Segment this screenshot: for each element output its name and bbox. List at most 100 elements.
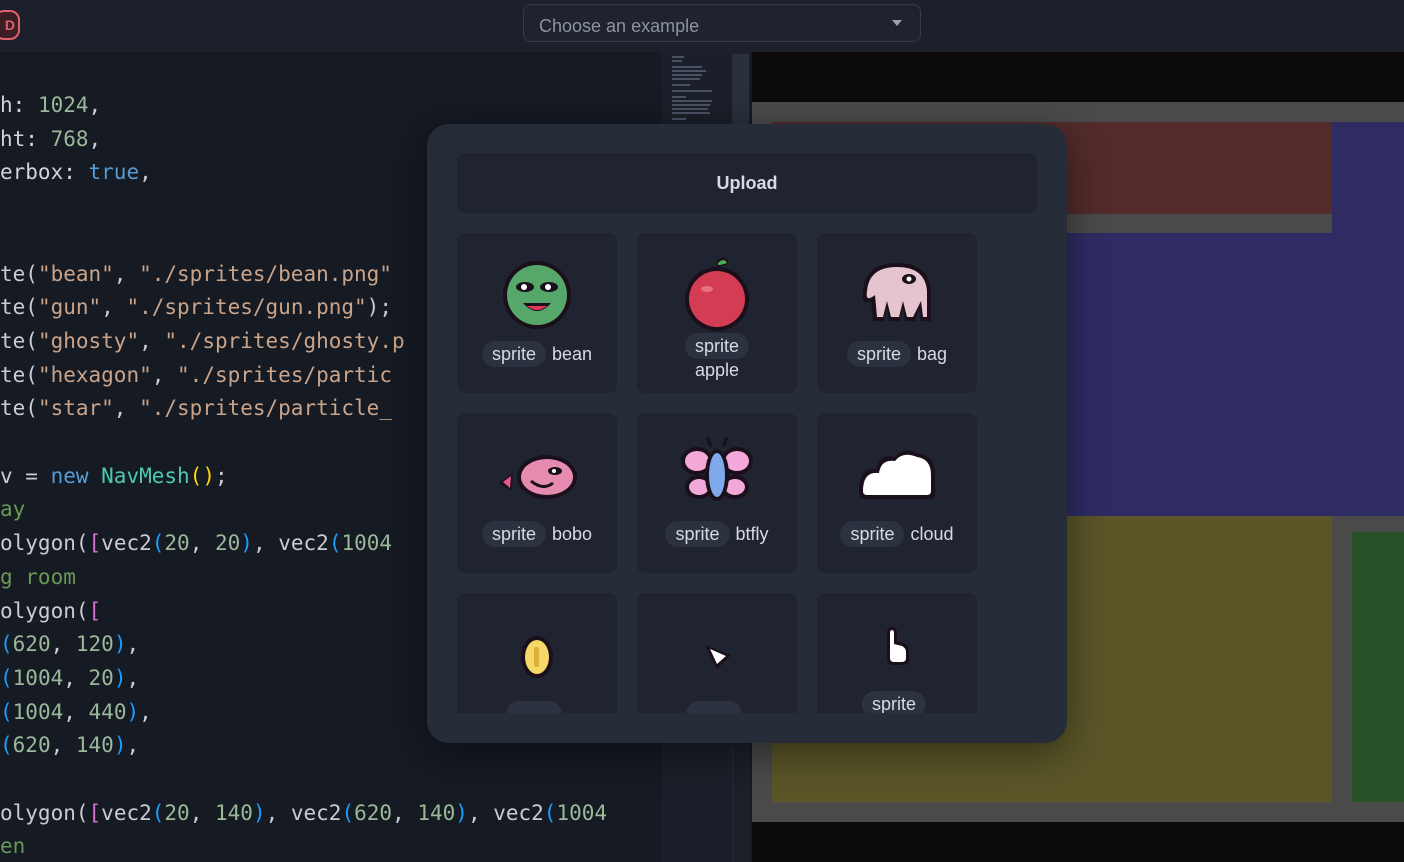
code-line: (620, 120), [0, 632, 139, 656]
cloud-icon [859, 450, 935, 499]
code-token: 140 [75, 733, 114, 758]
code-token: , [50, 733, 76, 758]
code-token: ) [113, 733, 127, 758]
asset-name: apple [694, 360, 740, 380]
code-token: olygon( [0, 531, 89, 556]
code-token: [ [88, 598, 102, 623]
code-line: te("ghosty", "./sprites/ghosty.p [0, 329, 405, 353]
code-line: olygon([vec2(20, 20), vec2(1004 [0, 531, 392, 555]
code-token: te( [0, 396, 38, 421]
code-token: , [392, 800, 418, 825]
app-logo[interactable]: D [0, 10, 20, 40]
asset-name: bag [916, 344, 948, 364]
asset-kind: sprite [840, 521, 905, 547]
code-line: erbox: true, [0, 160, 152, 184]
code-token: ( [0, 733, 13, 758]
code-token: 1004 [341, 531, 393, 556]
code-token: ) [455, 800, 468, 825]
code-token: ( [151, 531, 165, 556]
asset-card-cursor[interactable]: sprite [817, 593, 977, 713]
code-token: NavMesh [101, 463, 190, 488]
code-token: , [88, 93, 102, 117]
code-token: h: [0, 93, 38, 117]
code-token: "./sprites/bean.png" [139, 261, 392, 286]
asset-card-bag[interactable]: sprite bag [817, 233, 977, 393]
code-token: ( [0, 699, 13, 724]
code-token: 620 [12, 733, 51, 758]
scrollbar-thumb[interactable] [733, 54, 749, 124]
code-token: , vec2 [252, 531, 329, 556]
code-token: 440 [88, 699, 127, 724]
code-token: , [63, 665, 89, 690]
code-token: 1024 [37, 93, 89, 117]
code-line: te("star", "./sprites/particle_ [0, 396, 392, 420]
code-token: 768 [50, 126, 89, 151]
asset-card-cloud[interactable]: sprite cloud [817, 413, 977, 573]
code-token: ) [113, 632, 127, 657]
code-line: te("bean", "./sprites/bean.png" [0, 262, 392, 286]
bobo-icon [499, 455, 577, 499]
code-token: , [151, 362, 178, 387]
code-token: , [139, 699, 152, 724]
code-token: "ghosty" [37, 328, 140, 353]
code-token: ); [366, 295, 392, 320]
asset-card-btfly[interactable]: sprite btfly [637, 413, 797, 573]
asset-kind: sprite [665, 521, 730, 547]
asset-name: bean [551, 344, 593, 364]
code-token: 140 [417, 800, 456, 825]
asset-card-bobo[interactable]: sprite bobo [457, 413, 617, 573]
asset-kind [506, 701, 562, 713]
code-token: 20 [164, 531, 190, 556]
room-green [1352, 532, 1404, 802]
example-select[interactable]: Choose an example [523, 4, 921, 42]
code-token: "./sprites/particle_ [139, 396, 392, 421]
code-token: ( [0, 665, 13, 690]
apple-icon [685, 257, 749, 331]
code-line: (620, 140), [0, 733, 139, 757]
asset-label [637, 701, 797, 713]
code-token: 1004 [12, 699, 64, 724]
code-token: te( [0, 295, 38, 320]
asset-card-bean[interactable]: sprite bean [457, 233, 617, 393]
upload-button[interactable]: Upload [457, 153, 1037, 213]
code-token: , [88, 126, 102, 151]
code-token: , [113, 396, 140, 421]
asset-card-coin[interactable] [457, 593, 617, 713]
asset-name: bobo [551, 524, 593, 544]
code-line: olygon([vec2(20, 140), vec2(620, 140), v… [0, 801, 607, 825]
code-line: (1004, 440), [0, 700, 152, 724]
code-token: te( [0, 362, 38, 387]
code-token: en [0, 834, 26, 859]
asset-name: btfly [735, 524, 769, 544]
asset-label: sprite bean [457, 341, 617, 367]
example-select-placeholder: Choose an example [539, 16, 700, 36]
bean-icon [503, 261, 571, 329]
code-token: , [189, 531, 215, 556]
code-token: 20 [88, 665, 114, 690]
code-token: v = [0, 463, 51, 488]
asset-label: sprite bag [817, 341, 977, 367]
code-token: "gun" [37, 295, 102, 320]
asset-card-arrow[interactable] [637, 593, 797, 713]
code-token: ) [252, 800, 266, 825]
asset-card-apple[interactable]: sprite apple [637, 233, 797, 393]
code-token: te( [0, 261, 38, 286]
code-token: 1004 [556, 800, 608, 825]
room-blue-right [1332, 122, 1404, 233]
code-line: h: 1024, [0, 93, 101, 117]
code-token: , [126, 665, 140, 690]
wall-top [752, 102, 1404, 122]
code-token: ) [240, 531, 253, 556]
code-token: "bean" [37, 261, 114, 286]
code-line: v = new NavMesh(); [0, 464, 228, 488]
code-token: , [126, 733, 140, 758]
code-token: ) [113, 665, 127, 690]
code-token: () [189, 463, 215, 488]
code-token: new [50, 463, 102, 488]
code-token: "./sprites/ghosty.p [164, 328, 405, 353]
code-token: [ [88, 800, 102, 825]
code-line: en [0, 834, 25, 858]
code-token: 1004 [12, 665, 64, 690]
coin-icon [521, 636, 553, 678]
code-token: "hexagon" [37, 362, 152, 387]
